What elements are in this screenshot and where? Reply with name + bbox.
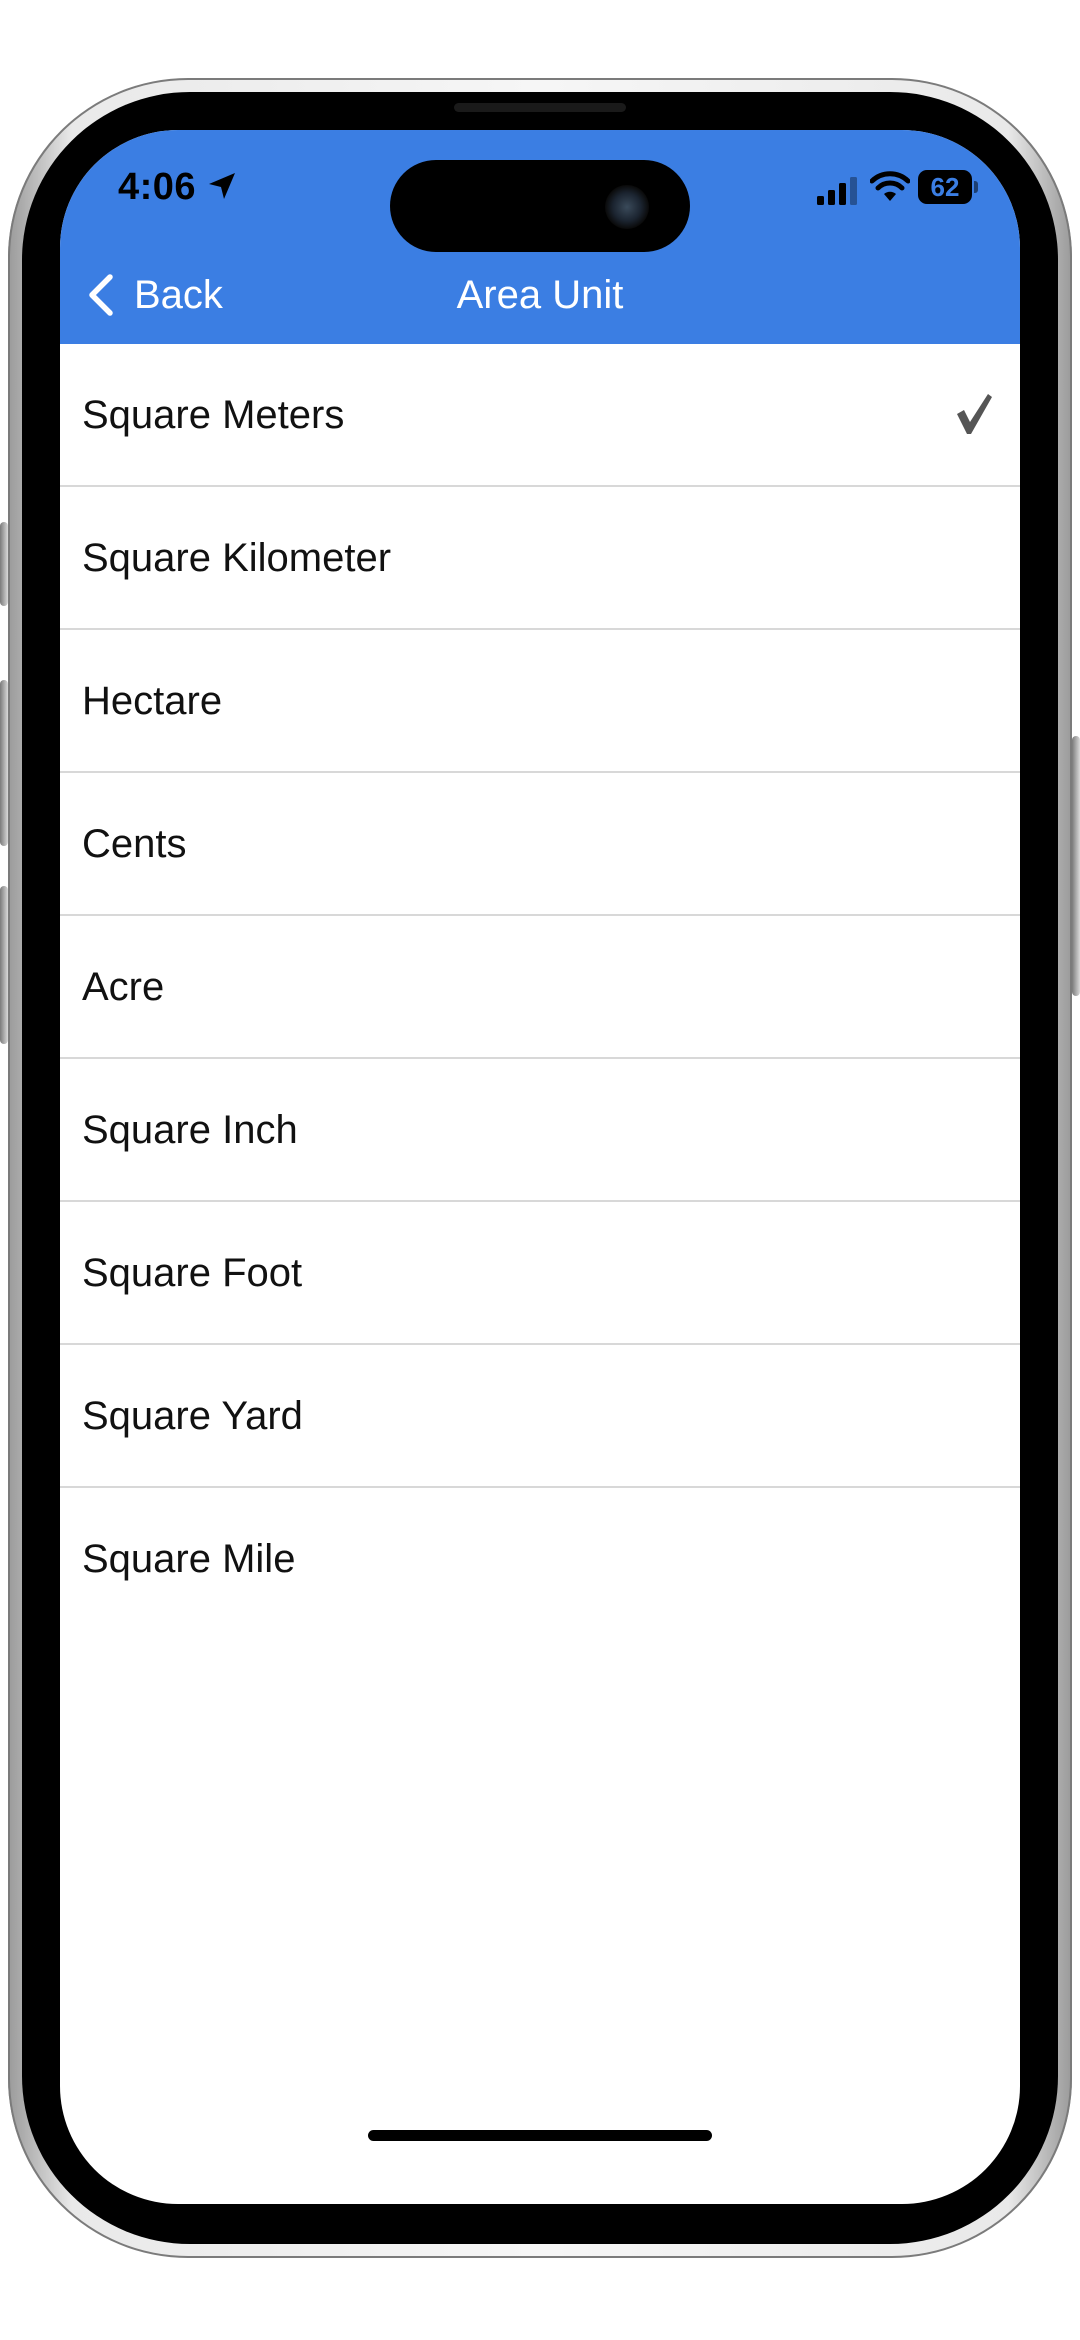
page-title: Area Unit xyxy=(456,273,624,317)
earpiece-speaker xyxy=(454,103,626,112)
area-unit-list: Square Meters Square Kilometer Hectare C… xyxy=(60,344,1020,1631)
list-item-square-kilometer[interactable]: Square Kilometer xyxy=(60,487,1020,630)
list-item-acre[interactable]: Acre xyxy=(60,916,1020,1059)
cellular-signal-icon xyxy=(817,177,857,205)
list-item-hectare[interactable]: Hectare xyxy=(60,630,1020,773)
list-item-label: Square Mile xyxy=(82,1537,296,1581)
list-item-label: Square Foot xyxy=(82,1251,303,1295)
list-item-label: Square Meters xyxy=(82,393,345,437)
list-item-square-yard[interactable]: Square Yard xyxy=(60,1345,1020,1488)
power-button xyxy=(1072,736,1080,996)
list-item-label: Square Kilometer xyxy=(82,536,392,580)
volume-up-button xyxy=(0,680,8,846)
list-item-square-mile[interactable]: Square Mile xyxy=(60,1488,1020,1631)
list-item-square-inch[interactable]: Square Inch xyxy=(60,1059,1020,1202)
checkmark-icon xyxy=(957,394,992,434)
screen: 4:06 62 Back Area Unit Square Meters Squ… xyxy=(60,130,1020,2204)
location-arrow-icon xyxy=(209,173,235,199)
battery-indicator: 62 xyxy=(918,170,978,204)
list-item-square-meters[interactable]: Square Meters xyxy=(60,344,1020,487)
status-bar: 4:06 62 xyxy=(60,130,1020,252)
battery-cap xyxy=(974,181,978,193)
list-item-label: Cents xyxy=(82,822,187,866)
navigation-header: 4:06 62 Back Area Unit xyxy=(60,130,1020,344)
battery-level: 62 xyxy=(930,172,960,202)
silent-switch xyxy=(0,522,8,606)
front-camera xyxy=(605,185,649,229)
list-item-square-foot[interactable]: Square Foot xyxy=(60,1202,1020,1345)
list-item-cents[interactable]: Cents xyxy=(60,773,1020,916)
wifi-icon xyxy=(870,171,910,201)
volume-down-button xyxy=(0,886,8,1044)
list-item-label: Hectare xyxy=(82,679,223,723)
list-item-label: Square Yard xyxy=(82,1394,303,1438)
status-time: 4:06 xyxy=(118,166,197,208)
home-indicator[interactable] xyxy=(368,2130,712,2141)
list-item-label: Acre xyxy=(82,965,165,1009)
list-item-label: Square Inch xyxy=(82,1108,298,1152)
